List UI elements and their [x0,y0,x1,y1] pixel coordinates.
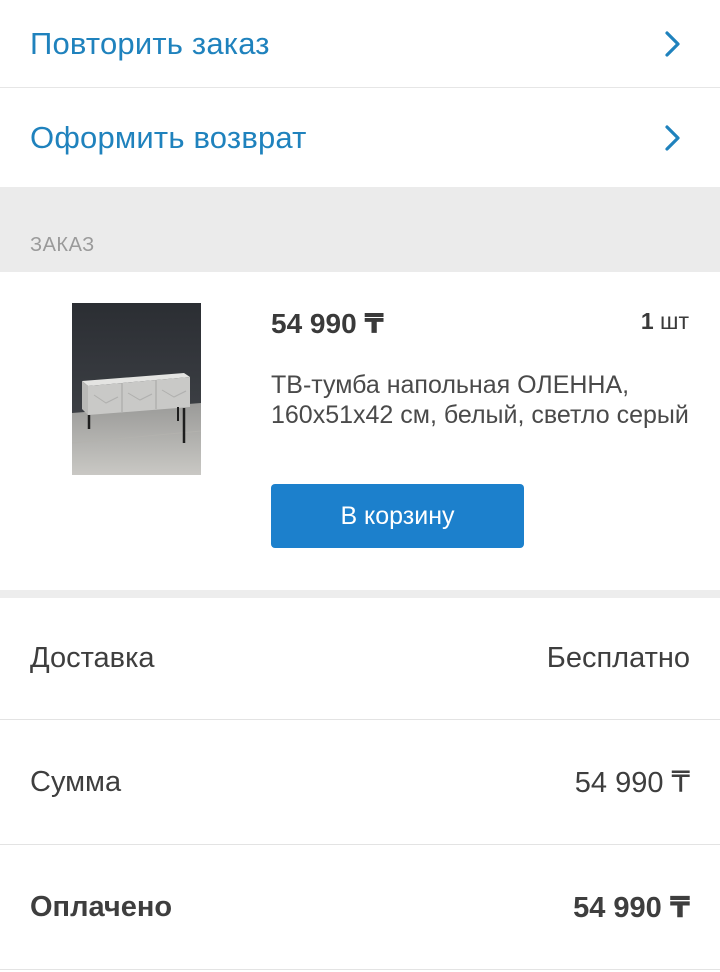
item-quantity-unit: шт [660,308,689,334]
delivery-row: Доставка Бесплатно [0,598,720,720]
item-quantity-value: 1 [640,308,654,334]
section-divider [0,590,720,598]
item-quantity: 1 шт [641,308,689,335]
chevron-right-icon [662,123,684,153]
add-to-cart-button[interactable]: В корзину [271,484,524,548]
paid-label: Оплачено [30,891,173,923]
paid-row: Оплачено 54 990 ₸ [0,846,720,970]
sum-value: 54 990 ₸ [574,767,690,799]
order-section-title: ЗАКАЗ [30,234,95,256]
return-order-label: Оформить возврат [30,120,307,155]
delivery-value: Бесплатно [546,642,690,674]
item-price: 54 990 ₸ [271,308,384,339]
order-section-header: ЗАКАЗ [0,187,720,272]
sum-row: Сумма 54 990 ₸ [0,721,720,845]
return-order-row[interactable]: Оформить возврат [0,89,720,187]
order-item: 54 990 ₸ 1 шт ТВ-тумба напольная ОЛЕННА,… [0,272,720,590]
paid-value: 54 990 ₸ [573,892,690,924]
item-description[interactable]: ТВ-тумба напольная ОЛЕННА, 160х51х42 см,… [271,370,691,430]
repeat-order-label: Повторить заказ [30,25,270,61]
chevron-right-icon [662,29,684,59]
repeat-order-row[interactable]: Повторить заказ [0,0,720,88]
delivery-label: Доставка [30,642,155,674]
sum-label: Сумма [30,766,122,798]
product-image[interactable] [72,303,201,475]
